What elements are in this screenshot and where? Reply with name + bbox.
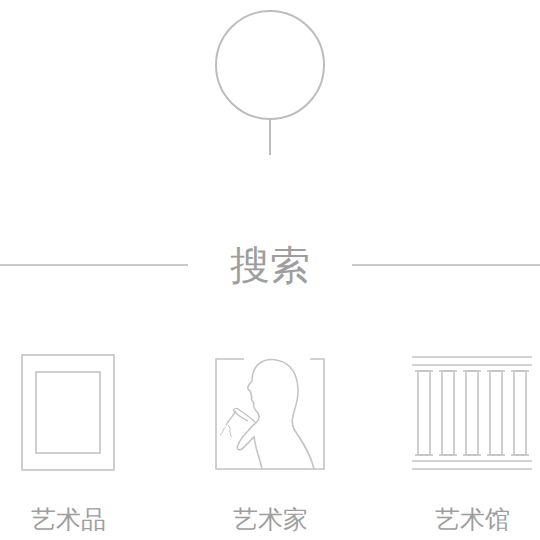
search-header: 搜索 — [0, 241, 540, 289]
artist-portrait-icon[interactable] — [214, 355, 326, 470]
museum-columns-icon[interactable] — [412, 355, 532, 470]
category-label[interactable]: 艺术品 — [31, 504, 106, 537]
category-list: 艺术品 艺术家 艺术馆 — [0, 355, 540, 537]
search-icon[interactable] — [214, 0, 326, 160]
category-item[interactable]: 艺术品 — [6, 355, 130, 537]
left-rule — [0, 264, 188, 266]
category-item[interactable]: 艺术馆 — [410, 355, 534, 537]
category-label[interactable]: 艺术家 — [233, 504, 308, 537]
picture-frame-icon[interactable] — [21, 355, 115, 470]
search-title: 搜索 — [188, 241, 352, 289]
category-item[interactable]: 艺术家 — [208, 355, 332, 537]
right-rule — [352, 264, 540, 266]
category-label[interactable]: 艺术馆 — [435, 504, 510, 537]
